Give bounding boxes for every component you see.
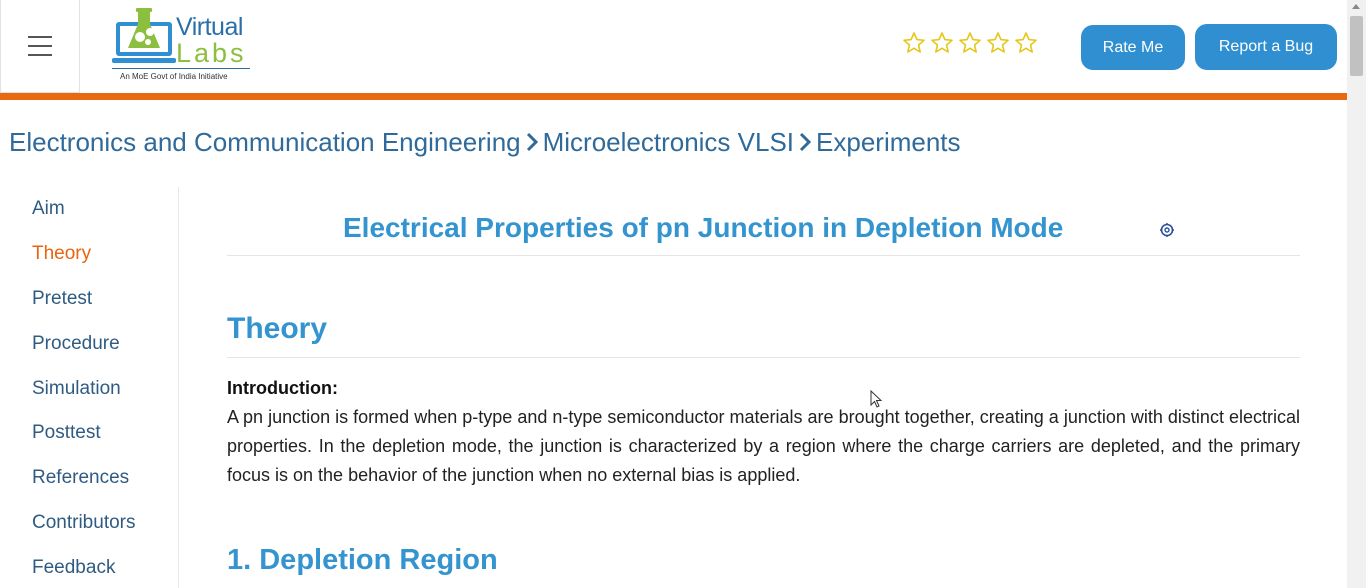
logo-divider xyxy=(112,68,250,69)
star-icon[interactable] xyxy=(1014,31,1038,55)
menu-line xyxy=(28,36,52,38)
sidebar-item-posttest[interactable]: Posttest xyxy=(32,422,101,444)
section-divider xyxy=(227,357,1300,358)
star-icon[interactable] xyxy=(930,31,954,55)
star-icon[interactable] xyxy=(986,31,1010,55)
site-header: Virtual Labs An MoE Govt of India Initia… xyxy=(0,0,1347,93)
chevron-right-icon xyxy=(521,126,543,158)
page-scrollbar[interactable] xyxy=(1347,0,1366,588)
sidebar-item-references[interactable]: References xyxy=(32,467,129,489)
subheading-depletion-region: 1. Depletion Region xyxy=(227,544,498,576)
sidebar-item-theory[interactable]: Theory xyxy=(32,243,91,265)
chevron-right-icon xyxy=(794,126,816,158)
hamburger-menu-button[interactable] xyxy=(0,0,80,93)
menu-line xyxy=(28,54,52,56)
sidebar-item-aim[interactable]: Aim xyxy=(32,198,65,220)
rate-me-button[interactable]: Rate Me xyxy=(1081,25,1185,70)
logo-tagline: An MoE Govt of India Initiative xyxy=(120,72,228,81)
breadcrumb: Electronics and Communication Engineerin… xyxy=(9,126,961,158)
star-icon[interactable] xyxy=(958,31,982,55)
section-heading-theory: Theory xyxy=(227,312,328,345)
sidebar-item-feedback[interactable]: Feedback xyxy=(32,557,115,579)
experiment-sidebar: Aim Theory Pretest Procedure Simulation … xyxy=(0,187,179,588)
intro-label: Introduction: xyxy=(227,378,338,398)
title-divider xyxy=(227,255,1300,256)
flask-laptop-icon xyxy=(112,8,176,63)
scrollbar-thumb[interactable] xyxy=(1350,16,1363,76)
intro-paragraph: A pn junction is formed when p-type and … xyxy=(227,407,1300,485)
sidebar-item-contributors[interactable]: Contributors xyxy=(32,512,136,534)
experiment-title: Electrical Properties of pn Junction in … xyxy=(343,212,1064,243)
menu-line xyxy=(28,45,52,47)
gear-icon[interactable] xyxy=(1159,222,1175,238)
header-accent-bar xyxy=(0,93,1347,100)
scroll-up-arrow-icon[interactable] xyxy=(1352,4,1360,9)
rating-stars xyxy=(902,31,1038,55)
virtual-labs-logo[interactable]: Virtual Labs An MoE Govt of India Initia… xyxy=(108,6,258,86)
breadcrumb-item-discipline[interactable]: Electronics and Communication Engineerin… xyxy=(9,127,521,158)
breadcrumb-item-lab[interactable]: Microelectronics VLSI xyxy=(543,127,794,158)
sidebar-item-simulation[interactable]: Simulation xyxy=(32,378,121,400)
report-bug-button[interactable]: Report a Bug xyxy=(1195,24,1337,70)
sidebar-item-procedure[interactable]: Procedure xyxy=(32,333,120,355)
star-icon[interactable] xyxy=(902,31,926,55)
breadcrumb-item-experiments[interactable]: Experiments xyxy=(816,127,961,158)
mouse-pointer-icon xyxy=(870,390,882,408)
logo-text-labs: Labs xyxy=(176,38,247,68)
sidebar-item-pretest[interactable]: Pretest xyxy=(32,288,92,310)
